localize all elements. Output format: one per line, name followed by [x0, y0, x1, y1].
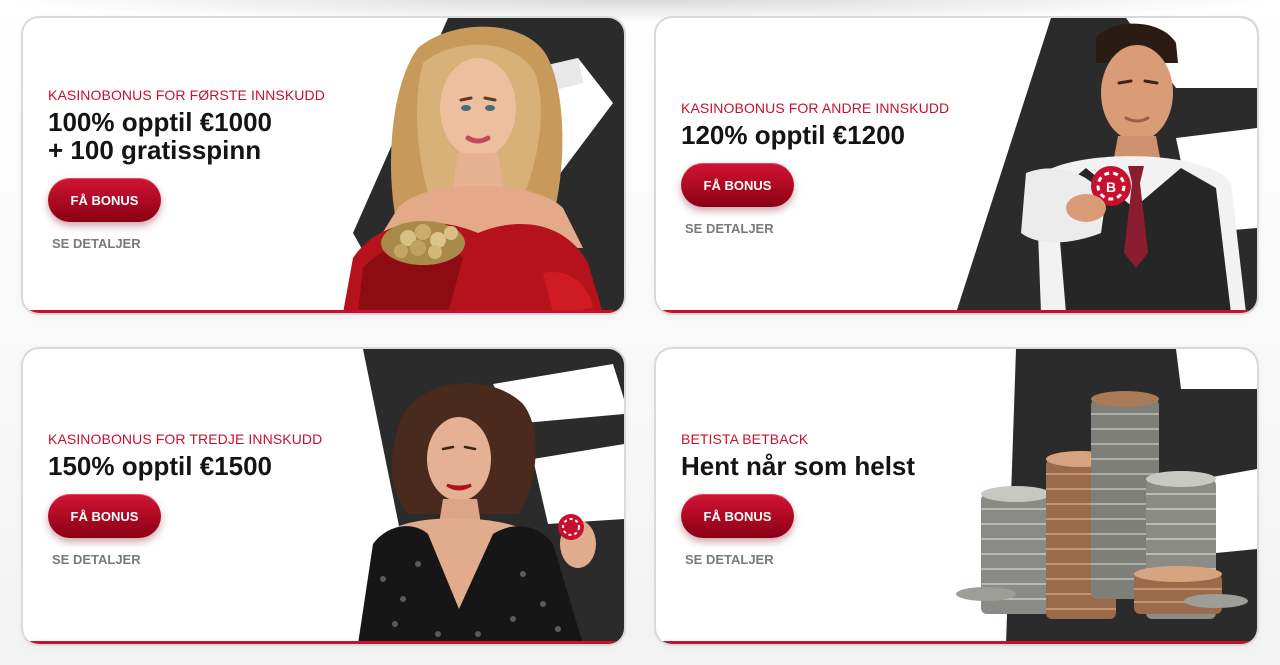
promo-headline: 150% opptil €1500 [48, 451, 272, 481]
promo-text-block: KASINOBONUS FOR ANDRE INNSKUDD 120% oppt… [681, 100, 949, 236]
promo-text-block: KASINOBONUS FOR TREDJE INNSKUDD 150% opp… [48, 431, 322, 567]
promo-headline-line1: 100% opptil €1000 [48, 107, 272, 137]
see-details-link[interactable]: SE DETALJER [52, 236, 325, 251]
promo-card-first-deposit: KASINOBONUS FOR FØRSTE INNSKUDD 100% opp… [23, 18, 624, 313]
promo-eyebrow: BETISTA BETBACK [681, 431, 809, 447]
promo-text-block: BETISTA BETBACK Hent når som helst FÅ BO… [681, 431, 915, 567]
promo-card-third-deposit: KASINOBONUS FOR TREDJE INNSKUDD 150% opp… [23, 349, 624, 644]
promo-eyebrow: KASINOBONUS FOR TREDJE INNSKUDD [48, 431, 323, 447]
see-details-link[interactable]: SE DETALJER [685, 552, 915, 567]
see-details-link[interactable]: SE DETALJER [685, 221, 949, 236]
get-bonus-button[interactable]: FÅ BONUS [681, 494, 794, 538]
get-bonus-button[interactable]: FÅ BONUS [681, 163, 794, 207]
promo-text-block: KASINOBONUS FOR FØRSTE INNSKUDD 100% opp… [48, 87, 325, 251]
svg-text:B: B [1106, 179, 1116, 195]
promo-headline: 120% opptil €1200 [681, 120, 905, 150]
promo-eyebrow: KASINOBONUS FOR FØRSTE INNSKUDD [48, 87, 325, 103]
see-details-link[interactable]: SE DETALJER [52, 552, 322, 567]
promo-card-second-deposit: B KASINOBONUS FOR ANDRE INNSKUDD 120% op… [656, 18, 1257, 313]
promo-headline: Hent når som helst [681, 451, 916, 481]
promo-headline-line2: + 100 gratisspinn [48, 135, 262, 165]
promo-card-betback: BETISTA BETBACK Hent når som helst FÅ BO… [656, 349, 1257, 644]
promo-eyebrow: KASINOBONUS FOR ANDRE INNSKUDD [681, 100, 950, 116]
get-bonus-button[interactable]: FÅ BONUS [48, 178, 161, 222]
get-bonus-button[interactable]: FÅ BONUS [48, 494, 161, 538]
